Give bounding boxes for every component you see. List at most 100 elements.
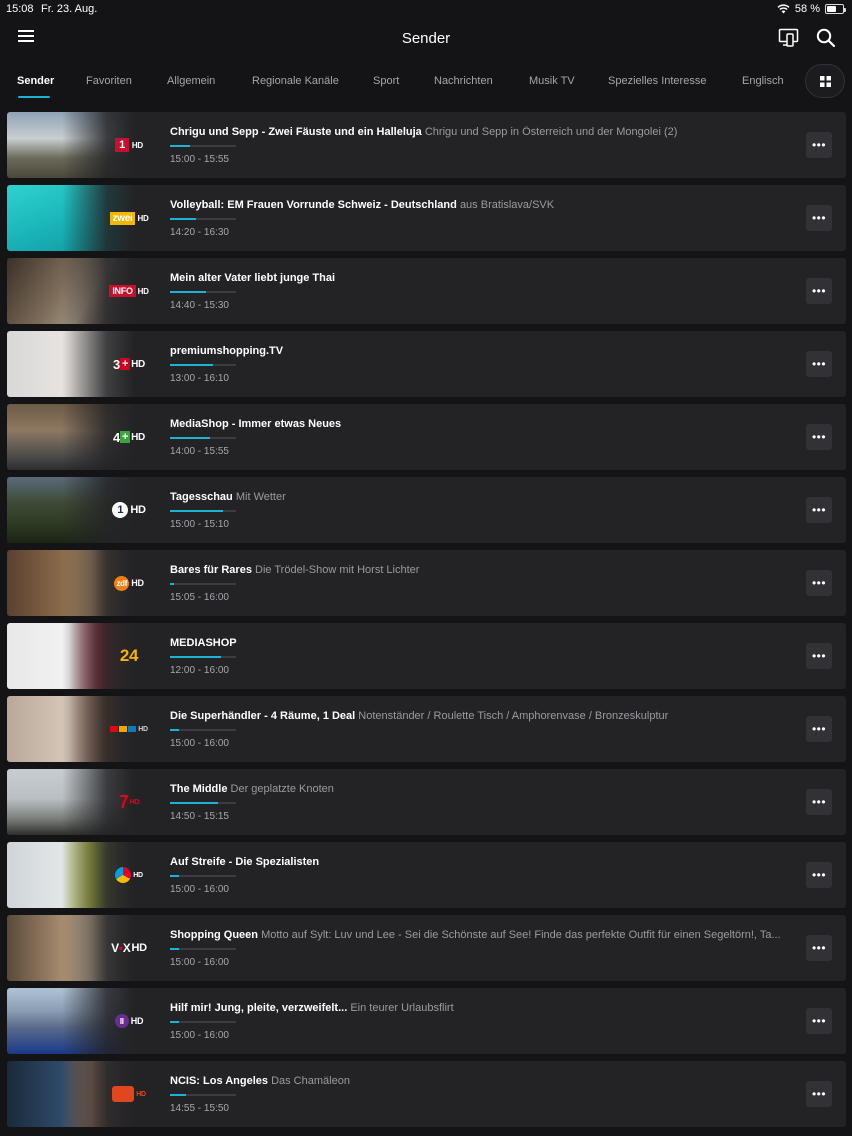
- program-progress: [170, 1021, 236, 1023]
- program-time: 14:00 - 15:55: [170, 446, 229, 457]
- srf-zwei-hd-logo: zwei HD: [103, 207, 155, 229]
- program-time: 14:55 - 15:50: [170, 1103, 229, 1114]
- more-options-button[interactable]: •••: [806, 716, 832, 742]
- channel-row[interactable]: 4 + HD MediaShop - Immer etwas Neues 14:00…: [7, 404, 846, 470]
- program-time: 15:00 - 16:00: [170, 1030, 229, 1041]
- more-options-button[interactable]: •••: [806, 278, 832, 304]
- program-title: The Middle: [170, 783, 228, 795]
- tab-nachrichten[interactable]: Nachrichten: [434, 75, 493, 87]
- program-title: Shopping Queen: [170, 929, 258, 941]
- more-options-button[interactable]: •••: [806, 789, 832, 815]
- grid-view-icon[interactable]: [805, 64, 845, 98]
- 4plus-hd-logo: 4 + HD: [113, 429, 145, 445]
- program-progress: [170, 656, 236, 658]
- more-options-button[interactable]: •••: [806, 1081, 832, 1107]
- more-options-button[interactable]: •••: [806, 643, 832, 669]
- tab-favoriten[interactable]: Favoriten: [86, 75, 132, 87]
- program-title: Tagesschau: [170, 491, 233, 503]
- program-subtitle: Motto auf Sylt: Luv und Lee - Sei die Sc…: [261, 929, 781, 941]
- wifi-icon: [777, 4, 790, 14]
- program-info: Auf Streife - Die Spezialisten: [170, 856, 800, 868]
- program-info: Shopping Queen Motto auf Sylt: Luv und L…: [170, 929, 800, 941]
- program-time: 14:40 - 15:30: [170, 300, 229, 311]
- program-info: premiumshopping.TV: [170, 345, 800, 357]
- channel-row[interactable]: 24 MEDIASHOP 12:00 - 16:00 •••: [7, 623, 846, 689]
- program-progress-fill: [170, 948, 180, 950]
- das-erste-hd-logo: 1 HD: [103, 499, 155, 521]
- channel-row[interactable]: INFO HD Mein alter Vater liebt junge Thai…: [7, 258, 846, 324]
- channel-row[interactable]: II HD Hilf mir! Jung, pleite, verzweifelt…: [7, 988, 846, 1054]
- tab-sport[interactable]: Sport: [373, 75, 399, 87]
- program-progress: [170, 145, 236, 147]
- program-progress: [170, 802, 236, 804]
- tab-spezielles-interesse[interactable]: Spezielles Interesse: [608, 75, 706, 87]
- rtl2-hd-logo: II HD: [103, 1010, 155, 1032]
- program-info: Mein alter Vater liebt junge Thai: [170, 272, 800, 284]
- channel-row[interactable]: 1 HD Chrigu und Sepp - Zwei Fäuste und ei…: [7, 112, 846, 178]
- channel-row[interactable]: 3 + HD premiumshopping.TV 13:00 - 16:10 ••…: [7, 331, 846, 397]
- program-subtitle: Notenständer / Roulette Tisch / Amphoren…: [358, 710, 669, 722]
- program-time: 14:50 - 15:15: [170, 811, 229, 822]
- program-title: Die Superhändler - 4 Räume, 1 Deal: [170, 710, 356, 722]
- program-info: MediaShop - Immer etwas Neues: [170, 418, 800, 430]
- program-subtitle: Mit Wetter: [235, 491, 286, 503]
- program-subtitle: Chrigu und Sepp in Österreich und der Mo…: [424, 126, 678, 138]
- more-options-button[interactable]: •••: [806, 132, 832, 158]
- program-time: 15:00 - 16:00: [170, 738, 229, 749]
- program-title: NCIS: Los Angeles: [170, 1075, 268, 1087]
- tab-allgemein[interactable]: Allgemein: [167, 75, 215, 87]
- channel-row[interactable]: 7 HD The Middle Der geplatzte Knoten 14:5…: [7, 769, 846, 835]
- more-options-button[interactable]: •••: [806, 351, 832, 377]
- channel-row[interactable]: HD Auf Streife - Die Spezialisten 15:00 …: [7, 842, 846, 908]
- more-options-button[interactable]: •••: [806, 205, 832, 231]
- program-info: The Middle Der geplatzte Knoten: [170, 783, 800, 795]
- program-subtitle: aus Bratislava/SVK: [459, 199, 555, 211]
- more-options-button[interactable]: •••: [806, 497, 832, 523]
- program-title: Volleyball: EM Frauen Vorrunde Schweiz -…: [170, 199, 457, 211]
- sat1-hd-logo: HD: [103, 864, 155, 886]
- program-title: premiumshopping.TV: [170, 345, 284, 357]
- tab-regionale-kanaele[interactable]: Regionale Kanäle: [252, 75, 339, 87]
- program-title: Auf Streife - Die Spezialisten: [170, 856, 320, 868]
- search-icon[interactable]: [813, 25, 839, 51]
- prosieben-hd-logo: 7 HD: [118, 791, 140, 812]
- program-info: Volleyball: EM Frauen Vorrunde Schweiz -…: [170, 199, 800, 211]
- program-progress-fill: [170, 729, 180, 731]
- channel-row[interactable]: V • X HD Shopping Queen Motto auf Sylt: Luv…: [7, 915, 846, 981]
- more-options-button[interactable]: •••: [806, 570, 832, 596]
- top-bar: Sender: [0, 18, 852, 60]
- program-progress-fill: [170, 145, 190, 147]
- program-progress-fill: [170, 1094, 186, 1096]
- program-time: 15:00 - 16:00: [170, 957, 229, 968]
- more-options-button[interactable]: •••: [806, 424, 832, 450]
- program-title: Hilf mir! Jung, pleite, verzweifelt...: [170, 1002, 348, 1014]
- program-info: Chrigu und Sepp - Zwei Fäuste und ein Ha…: [170, 126, 800, 138]
- program-progress: [170, 291, 236, 293]
- channel-row[interactable]: HD Die Superhändler - 4 Räume, 1 Deal No…: [7, 696, 846, 762]
- program-progress-fill: [170, 510, 223, 512]
- cast-icon[interactable]: [776, 25, 802, 51]
- battery-percent: 58 %: [794, 3, 820, 15]
- more-options-button[interactable]: •••: [806, 862, 832, 888]
- active-tab-indicator: [18, 96, 50, 98]
- channel-row[interactable]: zwei HD Volleyball: EM Frauen Vorrunde Sc…: [7, 185, 846, 251]
- tab-englisch[interactable]: Englisch: [742, 75, 784, 87]
- program-title: Mein alter Vater liebt junge Thai: [170, 272, 336, 284]
- tv24-logo: 24: [119, 646, 139, 665]
- more-options-button[interactable]: •••: [806, 935, 832, 961]
- program-info: MEDIASHOP: [170, 637, 800, 649]
- 3plus-hd-logo: 3 + HD: [113, 356, 145, 372]
- channel-row[interactable]: HD NCIS: Los Angeles Das Chamäleon 14:55…: [7, 1061, 846, 1127]
- channel-row[interactable]: 1 HD Tagesschau Mit Wetter 15:00 - 15:10 …: [7, 477, 846, 543]
- program-progress: [170, 875, 236, 877]
- tab-musik-tv[interactable]: Musik TV: [529, 75, 575, 87]
- srf-info-hd-logo: INFO HD: [103, 280, 155, 302]
- program-progress: [170, 510, 236, 512]
- kabel-eins-hd-logo: HD: [103, 1083, 155, 1105]
- program-progress: [170, 437, 236, 439]
- more-options-button[interactable]: •••: [806, 1008, 832, 1034]
- category-tabs: Sender Favoriten Allgemein Regionale Kan…: [0, 62, 852, 102]
- channel-row[interactable]: zdf HD Bares für Rares Die Trödel-Show mi…: [7, 550, 846, 616]
- program-subtitle: Ein teurer Urlaubsflirt: [350, 1002, 454, 1014]
- tab-sender[interactable]: Sender: [17, 75, 54, 87]
